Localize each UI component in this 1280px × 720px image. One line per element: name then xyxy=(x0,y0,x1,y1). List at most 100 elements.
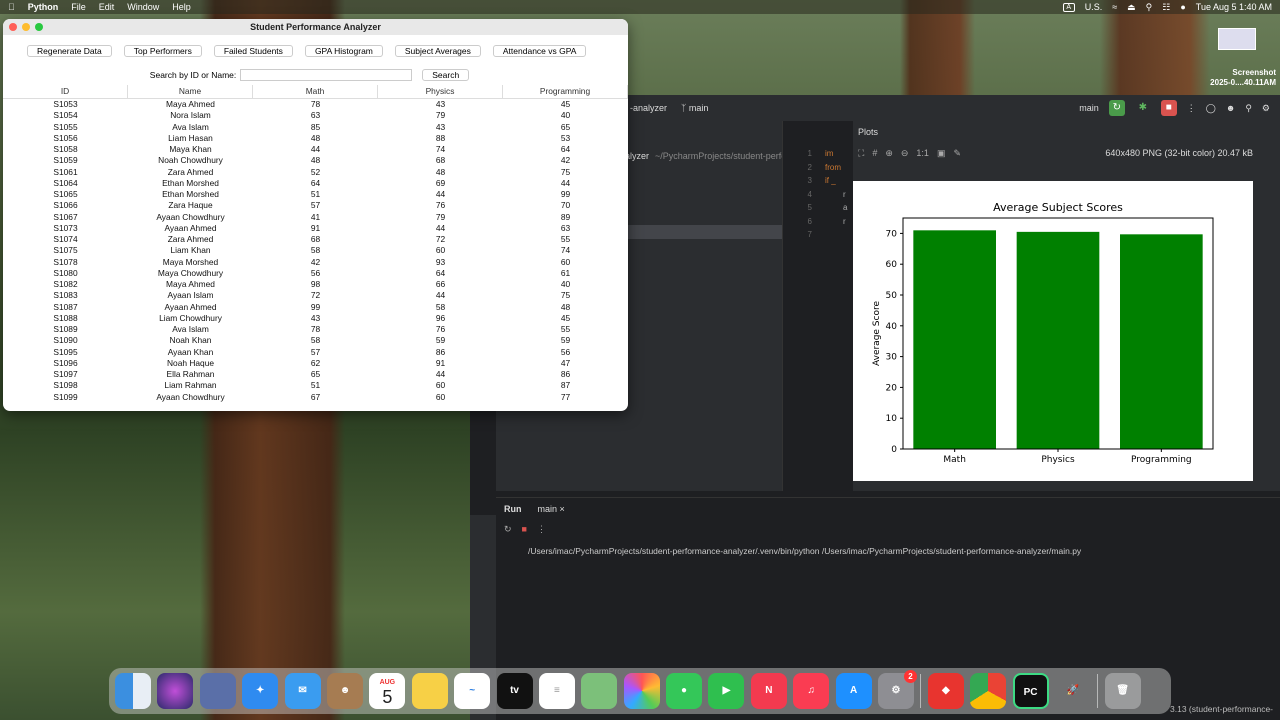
menu-window[interactable]: Window xyxy=(127,2,159,12)
launchpad-icon[interactable] xyxy=(199,673,236,709)
run-config-selector[interactable]: main xyxy=(1079,103,1099,113)
zoom-out-icon[interactable]: ⊖ xyxy=(901,148,909,159)
zoom-in-icon[interactable]: ⊕ xyxy=(885,148,893,159)
table-row[interactable]: S1067 Ayaan Chowdhury 41 79 89 xyxy=(3,212,628,223)
rerun-icon[interactable]: ↻ xyxy=(1108,100,1125,116)
input-source-icon[interactable]: A xyxy=(1062,2,1075,12)
minimize-window-button[interactable] xyxy=(22,23,30,31)
plot-image[interactable]: Math Physics Programming 0 10 20 30 40 50 60 70 Ave… xyxy=(853,181,1253,481)
table-row[interactable]: S1066 Zara Haque 57 76 70 xyxy=(3,200,628,211)
table-row[interactable]: S1078 Maya Morshed 42 93 60 xyxy=(3,257,628,268)
finder-icon[interactable] xyxy=(115,673,151,709)
code-line[interactable]: if _ xyxy=(825,174,847,188)
grid-icon[interactable]: # xyxy=(872,148,877,158)
table-row[interactable]: S1089 Ava Islam 78 76 55 xyxy=(3,324,628,335)
safari-icon[interactable]: ✦ xyxy=(242,673,279,709)
search-icon[interactable]: ⚲ xyxy=(1146,2,1153,13)
table-row[interactable]: S1058 Maya Khan 44 74 64 xyxy=(3,144,628,155)
app-store-icon[interactable]: A xyxy=(835,673,872,709)
window-titlebar[interactable]: Student Performance Analyzer xyxy=(3,19,628,35)
screenshot-thumbnail[interactable]: Screenshot 2025-0....40.11AM xyxy=(1200,28,1276,88)
table-row[interactable]: S1075 Liam Khan 58 60 74 xyxy=(3,245,628,256)
rerun-small-icon[interactable]: ↻ xyxy=(504,524,512,535)
menu-clock[interactable]: Tue Aug 5 1:40 AM xyxy=(1196,2,1272,12)
notes-icon[interactable] xyxy=(411,673,448,709)
apple-icon[interactable]:  xyxy=(8,2,15,12)
settings-gear-icon[interactable]: ⚙ xyxy=(1262,103,1270,114)
news-icon[interactable]: N xyxy=(750,673,787,709)
project-label[interactable]: alyzer xyxy=(625,151,649,161)
eject-icon[interactable]: ⏏ xyxy=(1127,2,1136,13)
top-performers-button[interactable]: Top Performers xyxy=(123,45,202,57)
table-row[interactable]: S1080 Maya Chowdhury 56 64 61 xyxy=(3,268,628,279)
code-line[interactable]: from xyxy=(825,161,847,175)
contacts-icon[interactable]: ☻ xyxy=(326,673,363,709)
table-row[interactable]: S1073 Ayaan Ahmed 91 44 63 xyxy=(3,223,628,234)
menu-app-name[interactable]: Python xyxy=(28,2,59,12)
input-language[interactable]: U.S. xyxy=(1085,2,1103,12)
menu-edit[interactable]: Edit xyxy=(99,2,115,12)
table-row[interactable]: S1087 Ayaan Ahmed 99 58 48 xyxy=(3,302,628,313)
fit-icon[interactable]: ⛶ xyxy=(858,148,864,159)
pycharm-icon[interactable]: PC xyxy=(1012,673,1049,709)
freeform-icon[interactable]: ~ xyxy=(454,673,491,709)
project-selector[interactable]: -analyzer xyxy=(630,103,667,113)
attendance-vs-gpa-button[interactable]: Attendance vs GPA xyxy=(492,45,587,57)
table-row[interactable]: S1053 Maya Ahmed 78 43 45 xyxy=(3,99,628,110)
column-header-physics[interactable]: Physics xyxy=(378,85,503,98)
failed-students-button[interactable]: Failed Students xyxy=(213,45,293,57)
branch-selector[interactable]: ᛉ main xyxy=(681,103,708,113)
music-icon[interactable]: ♫ xyxy=(793,673,830,709)
close-tab-icon[interactable]: × xyxy=(560,504,565,514)
image-icon[interactable]: ▣ xyxy=(937,148,946,159)
table-row[interactable]: S1095 Ayaan Khan 57 86 56 xyxy=(3,347,628,358)
search-input[interactable] xyxy=(240,69,413,81)
column-header-math[interactable]: Math xyxy=(253,85,378,98)
subject-averages-button[interactable]: Subject Averages xyxy=(394,45,481,57)
table-row[interactable]: S1083 Ayaan Islam 72 44 75 xyxy=(3,290,628,301)
column-header-programming[interactable]: Programming xyxy=(503,85,628,98)
column-header-id[interactable]: ID xyxy=(3,85,128,98)
table-row[interactable]: S1099 Ayaan Chowdhury 67 60 77 xyxy=(3,392,628,403)
table-row[interactable]: S1090 Noah Khan 58 59 59 xyxy=(3,335,628,346)
more-icon[interactable]: ⋮ xyxy=(1187,103,1196,114)
photos-icon[interactable] xyxy=(623,673,660,709)
run-tab[interactable]: Run xyxy=(504,504,522,514)
siri-icon[interactable] xyxy=(157,673,194,709)
control-center-icon[interactable]: ☷ xyxy=(1162,2,1170,13)
code-line[interactable]: a xyxy=(825,201,847,215)
table-row[interactable]: S1088 Liam Chowdhury 43 96 45 xyxy=(3,313,628,324)
stop-icon[interactable]: ■ xyxy=(1160,100,1177,116)
close-window-button[interactable] xyxy=(9,23,17,31)
code-line[interactable]: r xyxy=(825,215,847,229)
trash-icon[interactable]: 🗑 xyxy=(1104,673,1141,709)
wifi-icon[interactable]: ≈ xyxy=(1112,2,1117,12)
table-row[interactable]: S1096 Noah Haque 62 91 47 xyxy=(3,358,628,369)
table-row[interactable]: S1082 Maya Ahmed 98 66 40 xyxy=(3,279,628,290)
apple-tv-icon[interactable]: tv xyxy=(496,673,533,709)
table-row[interactable]: S1097 Ella Rahman 65 44 86 xyxy=(3,369,628,380)
selected-tree-row[interactable] xyxy=(626,225,802,239)
table-row[interactable]: S1064 Ethan Morshed 64 69 44 xyxy=(3,178,628,189)
calendar-icon[interactable]: AUG 5 xyxy=(369,673,406,709)
anydesk-icon[interactable]: ◆ xyxy=(927,673,964,709)
python-rocket-icon[interactable]: 🚀 xyxy=(1055,673,1091,709)
siri-icon[interactable]: ● xyxy=(1180,2,1185,12)
gpa-histogram-button[interactable]: GPA Histogram xyxy=(304,45,383,57)
table-row[interactable]: S1054 Nora Islam 63 79 40 xyxy=(3,110,628,121)
add-user-icon[interactable]: ☻ xyxy=(1226,103,1235,113)
column-header-name[interactable]: Name xyxy=(128,85,253,98)
messages-icon[interactable]: ● xyxy=(666,673,703,709)
code-line[interactable]: im xyxy=(825,147,847,161)
table-row[interactable]: S1065 Ethan Morshed 51 44 99 xyxy=(3,189,628,200)
table-row[interactable]: S1056 Liam Hasan 48 88 53 xyxy=(3,133,628,144)
debug-icon[interactable]: ✱ xyxy=(1135,100,1151,116)
table-row[interactable]: S1055 Ava Islam 85 43 65 xyxy=(3,122,628,133)
chrome-icon[interactable] xyxy=(970,673,1007,709)
table-row[interactable]: S1074 Zara Ahmed 68 72 55 xyxy=(3,234,628,245)
code-lines[interactable]: im from if _ r a r xyxy=(825,147,847,228)
color-picker-icon[interactable]: ✎ xyxy=(953,148,961,159)
system-settings-icon[interactable]: ⚙ 2 xyxy=(878,670,918,709)
run-config-tab[interactable]: main × xyxy=(538,504,565,514)
ide-search-icon[interactable]: ⚲ xyxy=(1245,103,1252,114)
